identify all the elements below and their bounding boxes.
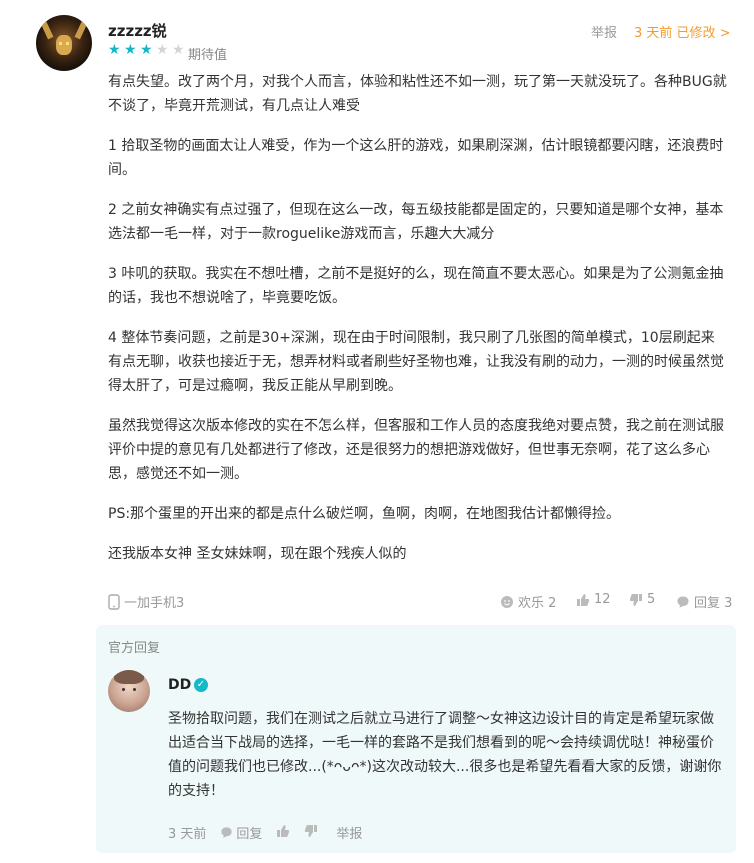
official-reply-title: 官方回复 [108, 641, 161, 656]
rating-stars: ★ ★ ★ ★ ★ [108, 43, 186, 57]
reply-reply-label: 回复 [236, 827, 263, 842]
official-reply-text: 圣物拾取问题，我们在测试之后就立马进行了调整～女神这边设计目的肯定是希望玩家做出… [168, 711, 722, 799]
review-paragraph: PS:那个蛋里的开出来的都是点什么破烂啊，鱼啊，肉啊，在地图我估计都懒得捡。 [108, 506, 621, 522]
review-paragraph: 4 整体节奏问题，之前是30+深渊，现在由于时间限制，我只刷了几张图的简单模式，… [108, 330, 724, 394]
official-reply-box: 官方回复 DD ✓ 圣物拾取问题，我们在测试之后就立马进行了调整～女神这边设计目… [96, 625, 736, 853]
reply-count: 回复 3 [694, 596, 733, 611]
review-body: 有点失望。改了两个月，对我个人而言，体验和粘性还不如一测，玩了第一天就没玩了。各… [108, 70, 728, 582]
thumbs-up-icon [577, 593, 590, 606]
star-icon: ★ [156, 42, 169, 58]
review-paragraph: 有点失望。改了两个月，对我个人而言，体验和粘性还不如一测，玩了第一天就没玩了。各… [108, 74, 727, 114]
reply-reply-button[interactable]: 回复 [220, 823, 262, 842]
reply-button[interactable]: 回复 3 [676, 592, 732, 611]
review-paragraph: 1 拾取圣物的画面太让人难受，作为一个这么肝的游戏，如果刷深渊，估计眼镜都要闪瞎… [108, 138, 724, 178]
smile-icon [501, 595, 513, 608]
star-icon: ★ [140, 42, 153, 58]
thumbs-up-icon [277, 824, 290, 837]
reply-footer: 3 天前 回复 举报 [168, 823, 376, 842]
dislike-count: 5 [647, 592, 656, 607]
like-count: 12 [594, 592, 611, 607]
dislike-button[interactable]: 5 [629, 592, 655, 607]
review-paragraph: 还我版本女神 圣女妹妹啊，现在跟个残疾人似的 [108, 546, 407, 562]
reply-report-button[interactable]: 举报 [336, 823, 362, 842]
reply-dislike-button[interactable] [304, 824, 318, 842]
star-icon: ★ [124, 42, 137, 58]
modified-timestamp[interactable]: 3 天前 已修改 > [634, 22, 731, 41]
thumbs-down-icon [629, 593, 642, 606]
reply-time: 3 天前 [168, 827, 207, 842]
user-avatar[interactable] [36, 15, 92, 71]
star-icon: ★ [172, 42, 185, 58]
rating-label: 期待值 [188, 48, 228, 63]
review-paragraph: 虽然我觉得这次版本修改的实在不怎么样，但客服和工作人员的态度我绝对要点赞，我之前… [108, 418, 724, 482]
comment-icon [221, 827, 233, 838]
dd-name[interactable]: DD [168, 677, 191, 693]
thumbs-down-icon [305, 824, 318, 837]
verified-icon: ✓ [194, 678, 208, 692]
device-label: 一加手机3 [124, 596, 185, 611]
review-paragraph: 2 之前女神确实有点过强了，但现在这么一改，每五级技能都是固定的，只要知道是哪个… [108, 202, 724, 242]
comment-icon [677, 596, 689, 608]
like-button[interactable]: 12 [576, 592, 611, 607]
happy-button[interactable]: 欢乐 2 [500, 592, 556, 611]
reply-like-button[interactable] [276, 824, 290, 842]
report-button[interactable]: 举报 [591, 22, 617, 41]
happy-count: 欢乐 2 [518, 596, 557, 611]
dd-avatar[interactable] [108, 670, 150, 712]
review-paragraph: 3 咔叽的获取。我实在不想吐槽，之前不是挺好的么，现在简直不要太恶心。如果是为了… [108, 266, 724, 306]
device-info: 一加手机3 [108, 592, 184, 611]
phone-icon [108, 593, 120, 610]
star-icon: ★ [108, 42, 121, 58]
username[interactable]: zzzzz锐 [108, 20, 167, 41]
